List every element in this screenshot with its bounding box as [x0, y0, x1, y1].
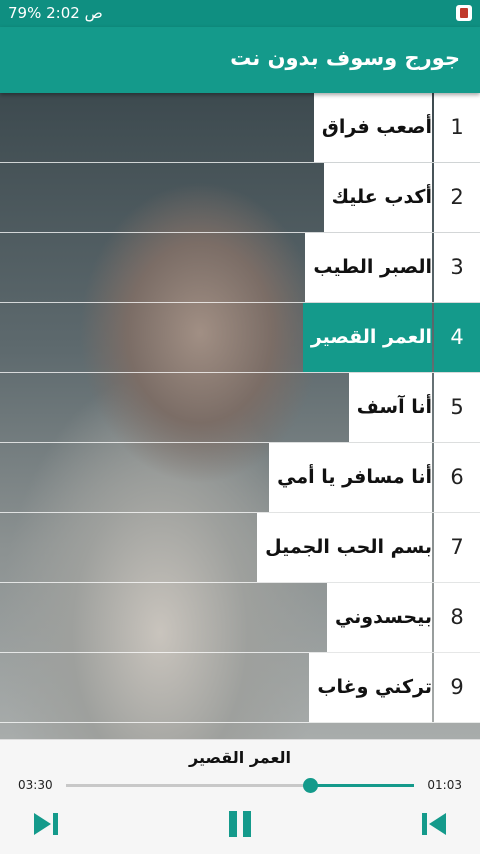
track-list: أصعب فراق 1 أكدب عليك 2 الصبر الطيب 3 ال…: [0, 93, 480, 739]
track-title: أنا آسف: [348, 373, 432, 442]
track-number: 4: [434, 303, 480, 372]
app-title: جورج وسوف بدون نت: [230, 46, 460, 70]
track-number: 1: [434, 93, 480, 162]
track-title: العمر القصير: [302, 303, 432, 372]
track-number: 3: [434, 233, 480, 302]
track-number: 9: [434, 653, 480, 722]
track-title: الصبر الطيب: [305, 233, 432, 302]
seek-thumb[interactable]: [302, 778, 318, 793]
track-row[interactable]: أصعب فراق 1: [0, 93, 480, 163]
track-row[interactable]: أنا مسافر يا أمي 6: [0, 443, 480, 513]
skip-to-end-icon[interactable]: [31, 809, 61, 839]
pause-icon[interactable]: [225, 809, 255, 839]
track-title: بسم الحب الجميل: [257, 513, 432, 582]
app-bar: جورج وسوف بدون نت: [0, 27, 480, 93]
seek-bar[interactable]: [66, 778, 414, 793]
track-number: 8: [434, 583, 480, 652]
track-row[interactable]: بسم الحب الجميل 7: [0, 513, 480, 583]
track-title: أكدب عليك: [323, 163, 432, 232]
track-number: 6: [434, 443, 480, 512]
track-number: 7: [434, 513, 480, 582]
track-title: تركني وغاب: [309, 653, 432, 722]
track-title: أصعب فراق: [313, 93, 432, 162]
track-title: بيحسدوني: [326, 583, 432, 652]
track-row[interactable]: أكدب عليك 2: [0, 163, 480, 233]
track-row[interactable]: تركني وغاب 9: [0, 653, 480, 723]
track-row[interactable]: بيحسدوني 8: [0, 583, 480, 653]
seek-progress: [309, 784, 414, 787]
track-title: أنا مسافر يا أمي: [269, 443, 432, 512]
track-row[interactable]: الصبر الطيب 3: [0, 233, 480, 303]
status-bar: ص 2:02 %79: [0, 0, 480, 27]
status-text: ص 2:02 %79: [8, 4, 103, 22]
skip-to-start-icon[interactable]: [419, 809, 449, 839]
track-row[interactable]: أنا آسف 5: [0, 373, 480, 443]
track-row-active[interactable]: العمر القصير 4: [0, 303, 480, 373]
track-number: 2: [434, 163, 480, 232]
track-number: 5: [434, 373, 480, 442]
total-time: 03:30: [18, 778, 53, 792]
player-bar: العمر القصير 03:30 01:03: [0, 739, 480, 854]
elapsed-time: 01:03: [427, 778, 462, 792]
app-notification-icon: [456, 5, 472, 21]
now-playing-title: العمر القصير: [188, 748, 292, 767]
